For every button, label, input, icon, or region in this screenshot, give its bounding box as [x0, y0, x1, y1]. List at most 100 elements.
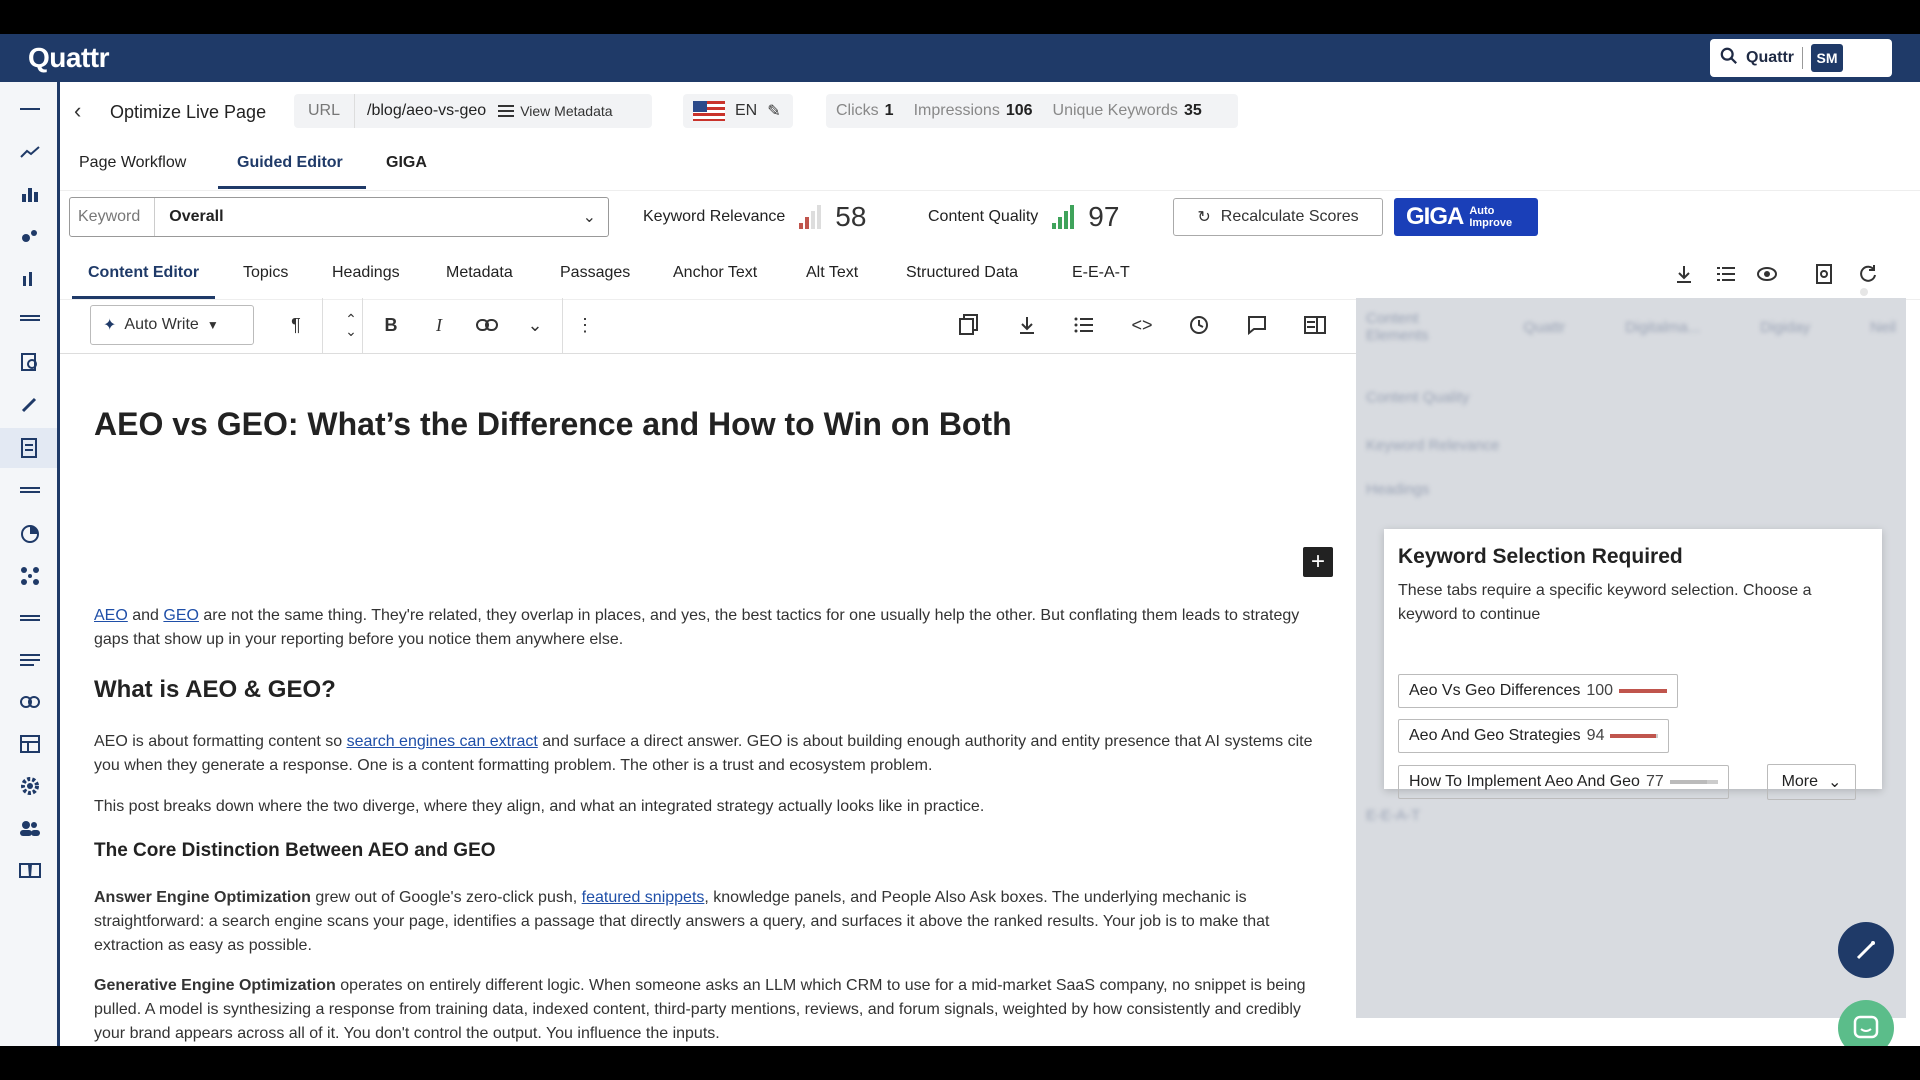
- back-chevron-icon[interactable]: ‹: [74, 98, 81, 124]
- keyword-chip[interactable]: Aeo And Geo Strategies 94: [1398, 719, 1670, 753]
- menu-icon[interactable]: [18, 98, 42, 122]
- bold-icon[interactable]: B: [378, 312, 404, 338]
- search-engines-link[interactable]: search engines can extract: [347, 733, 538, 750]
- paragraph-intro[interactable]: AEO and GEO are not the same thing. They…: [94, 604, 1334, 652]
- bar-chart-icon[interactable]: [18, 266, 42, 290]
- keyword-value: Overall: [169, 208, 224, 225]
- content-editor-area[interactable]: AEO vs GEO: What’s the Difference and Ho…: [60, 354, 1356, 1046]
- checklist-icon[interactable]: [1716, 264, 1738, 286]
- link-icon[interactable]: [474, 312, 500, 338]
- geo-link[interactable]: GEO: [163, 607, 199, 624]
- language-selector[interactable]: EN ✎: [683, 94, 793, 128]
- bullet-list-icon[interactable]: [1071, 312, 1097, 338]
- recalculate-scores-button[interactable]: ↻ Recalculate Scores: [1173, 198, 1383, 236]
- giga-auto-improve-button[interactable]: GIGA Auto Improve: [1394, 198, 1538, 236]
- keyword-label: Keyword: [70, 198, 156, 236]
- screen-frame: Quattr Quattr SM ‹ Optimize Live Page UR…: [0, 0, 1920, 1080]
- unique-keywords-stat: Unique Keywords 35: [1052, 102, 1202, 119]
- auto-write-label: Auto Write: [124, 316, 199, 333]
- comment-icon[interactable]: [1244, 312, 1270, 338]
- user-avatar[interactable]: SM: [1811, 44, 1843, 72]
- content-quality-label: Content Quality: [928, 208, 1039, 225]
- paragraph-aeo[interactable]: Answer Engine Optimization grew out of G…: [94, 886, 1334, 958]
- tab-anchor-text[interactable]: Anchor Text: [673, 264, 757, 282]
- url-field[interactable]: URL /blog/aeo-vs-geo View Metadata: [294, 94, 652, 128]
- article-h1[interactable]: AEO vs GEO: What’s the Difference and Ho…: [94, 406, 1012, 443]
- url-value: /blog/aeo-vs-geo: [367, 102, 487, 119]
- paragraph-geo[interactable]: Generative Engine Optimization operates …: [94, 974, 1334, 1046]
- article-h2[interactable]: What is AEO & GEO?: [94, 676, 336, 704]
- global-search[interactable]: Quattr SM: [1710, 39, 1892, 77]
- network-icon[interactable]: [18, 564, 42, 588]
- content-editor-nav-icon[interactable]: [0, 428, 57, 468]
- card-title: Keyword Selection Required: [1398, 545, 1683, 568]
- paragraph-overview[interactable]: This post breaks down where the two dive…: [94, 795, 1334, 819]
- edit-pencil-icon[interactable]: ✎: [767, 101, 780, 121]
- expand-collapse-icon[interactable]: ⌃ ⌄: [338, 312, 364, 338]
- eye-icon[interactable]: [1756, 264, 1778, 286]
- article-h3[interactable]: The Core Distinction Between AEO and GEO: [94, 840, 496, 862]
- keyword-select[interactable]: Keyword Overall ⌄: [69, 197, 609, 237]
- link-icon[interactable]: [18, 690, 42, 714]
- magic-wand-icon: [1856, 941, 1875, 960]
- history-icon[interactable]: [1186, 312, 1212, 338]
- analytics-icon[interactable]: [18, 182, 42, 206]
- add-block-button[interactable]: +: [1303, 547, 1333, 577]
- gear-icon[interactable]: [18, 774, 42, 798]
- tab-metadata[interactable]: Metadata: [446, 264, 513, 282]
- document-search-icon[interactable]: [1814, 264, 1836, 286]
- page-header: ‹ Optimize Live Page URL /blog/aeo-vs-ge…: [60, 82, 1920, 144]
- keyword-chip[interactable]: Aeo Vs Geo Differences 100: [1398, 674, 1679, 708]
- more-keywords-button[interactable]: More ⌄: [1767, 764, 1856, 800]
- tab-giga[interactable]: GIGA: [386, 154, 427, 172]
- paragraph-definition[interactable]: AEO is about formatting content so searc…: [94, 730, 1334, 778]
- download-icon[interactable]: [1014, 312, 1040, 338]
- download-icon[interactable]: [1674, 264, 1696, 286]
- keyword-chip[interactable]: How To Implement Aeo And Geo 77: [1398, 765, 1729, 799]
- quattr-logo[interactable]: Quattr: [28, 42, 110, 74]
- tab-headings[interactable]: Headings: [332, 264, 400, 282]
- more-options-icon[interactable]: ⋮: [572, 312, 598, 338]
- keyword-relevance-label: Keyword Relevance: [643, 208, 786, 225]
- magic-wand-icon[interactable]: [18, 392, 42, 416]
- italic-icon[interactable]: I: [426, 312, 452, 338]
- score-bar: [1669, 780, 1718, 784]
- clicks-stat: Clicks 1: [836, 102, 894, 119]
- primary-tabs: Page Workflow Guided Editor GIGA: [60, 144, 1920, 190]
- tab-topics[interactable]: Topics: [243, 264, 288, 282]
- divider-icon: [18, 306, 42, 330]
- chevron-down-icon[interactable]: ⌄: [522, 312, 548, 338]
- divider-icon: [18, 606, 42, 630]
- aeo-link[interactable]: AEO: [94, 607, 128, 624]
- editor-toolbar: ✦ Auto Write ▼ ¶ ⌃ ⌄ B I ⌄ ⋮ <>: [60, 298, 1356, 354]
- tab-e-e-a-t[interactable]: E-E-A-T: [1072, 264, 1130, 282]
- code-icon[interactable]: <>: [1129, 312, 1155, 338]
- pie-icon[interactable]: [18, 522, 42, 546]
- table-icon[interactable]: [18, 732, 42, 756]
- featured-snippets-link[interactable]: featured snippets: [582, 889, 705, 906]
- refresh-icon: ↻: [1197, 209, 1211, 226]
- refresh-icon[interactable]: [1858, 264, 1880, 286]
- tab-alt-text[interactable]: Alt Text: [806, 264, 858, 282]
- tab-structured-data[interactable]: Structured Data: [906, 264, 1018, 282]
- trend-icon[interactable]: [18, 140, 42, 164]
- score-bar: [1619, 689, 1668, 693]
- tab-guided-editor[interactable]: Guided Editor: [237, 154, 343, 172]
- magic-wand-icon: ✦: [103, 317, 117, 334]
- giga-logo: GIGA: [1406, 203, 1464, 230]
- copy-icon[interactable]: [956, 312, 982, 338]
- auto-write-button[interactable]: ✦ Auto Write ▼: [90, 305, 254, 345]
- page-search-icon[interactable]: [18, 350, 42, 374]
- view-metadata-link[interactable]: View Metadata: [498, 103, 613, 119]
- users-icon[interactable]: [18, 816, 42, 840]
- split-view-icon[interactable]: [1302, 312, 1328, 338]
- clusters-icon[interactable]: [18, 224, 42, 248]
- paragraph-icon[interactable]: ¶: [283, 312, 309, 338]
- magic-wand-fab[interactable]: [1838, 922, 1894, 978]
- tab-page-workflow[interactable]: Page Workflow: [79, 154, 186, 172]
- tab-passages[interactable]: Passages: [560, 264, 630, 282]
- book-icon[interactable]: [18, 858, 42, 882]
- tab-content-editor[interactable]: Content Editor: [88, 264, 199, 282]
- content-quality-score: Content Quality 97: [928, 201, 1119, 233]
- list-icon[interactable]: [18, 648, 42, 672]
